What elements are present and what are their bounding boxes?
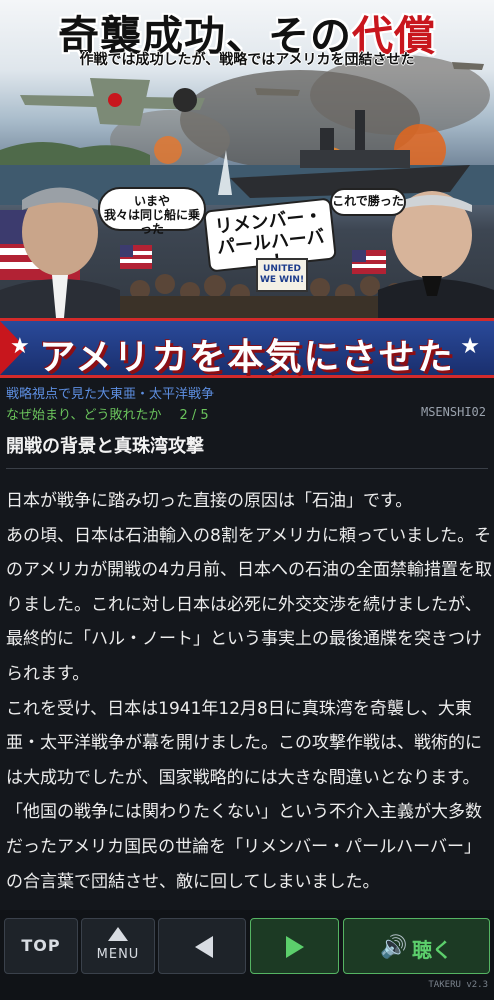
page-indicator: 2 / 5 <box>179 408 209 423</box>
prev-page-button[interactable] <box>158 918 246 974</box>
app-page: 奇襲成功、その代償 作戦では成功したが、戦略ではアメリカを団結させた いまや 我… <box>0 0 494 1000</box>
speaker-icon: 🔊 <box>380 935 408 960</box>
arrow-left-icon <box>195 936 213 958</box>
divider <box>6 468 488 469</box>
body-paragraph: これを受け、日本は1941年12月8日に真珠湾を奇襲し、大東亜・太平洋戦争が幕を… <box>6 698 482 788</box>
series-code: MSENSHI02 <box>420 405 486 419</box>
crowd-sign-text: UNITED WE WIN! <box>259 264 305 285</box>
hero-banner: ★ アメリカを本気にさせた ★ <box>0 318 494 378</box>
article-body: 日本が戦争に踏み切った直接の原因は「石油」です。 あの頃、日本は石油輸入の8割を… <box>6 484 492 910</box>
body-paragraph: 日本が戦争に踏み切った直接の原因は「石油」です。 <box>6 491 413 511</box>
crowd-sign: UNITED WE WIN! <box>256 258 308 292</box>
menu-button[interactable]: MENU <box>81 918 155 974</box>
star-icon: ★ <box>460 334 480 359</box>
chapter-title: 開戦の背景と真珠湾攻撃 <box>6 436 204 457</box>
speech-bubble-right-text: これで勝った <box>332 194 404 208</box>
series-subtitle-text: なぜ始まり、どう敗れたか <box>6 408 162 423</box>
series-subtitle: なぜ始まり、どう敗れたか 2 / 5 <box>6 404 209 423</box>
body-paragraph: あの頃、日本は石油輸入の8割をアメリカに頼っていました。そのアメリカが開戦の4カ… <box>6 525 492 684</box>
speech-bubble-right: これで勝った <box>330 188 406 216</box>
top-button-label: TOP <box>21 936 61 955</box>
series-title: 戦略視点で見た大東亜・太平洋戦争 <box>6 387 215 402</box>
listen-button-label: 聴く <box>412 938 452 962</box>
menu-button-label: MENU <box>96 947 140 962</box>
version-label: TAKERU v2.3 <box>428 980 488 990</box>
speech-bubble-left: いまや 我々は同じ船に乗った <box>98 187 206 235</box>
arrow-right-icon <box>286 936 304 958</box>
speech-bubble-left-text: いまや 我々は同じ船に乗った <box>103 194 200 236</box>
hero-subtitle: 作戦では成功したが、戦略ではアメリカを団結させた <box>79 52 415 68</box>
arrow-up-icon <box>108 927 128 941</box>
next-page-button[interactable] <box>250 918 339 974</box>
body-paragraph: 「他国の戦争には関わりたくない」という不介入主義が大多数だったアメリカ国民の世論… <box>6 802 482 892</box>
banner-text: アメリカを本気にさせた <box>39 337 455 378</box>
bottom-nav: TOP MENU 🔊 聴く <box>0 910 494 1000</box>
listen-button[interactable]: 🔊 聴く <box>343 918 490 974</box>
hero-illustration: 奇襲成功、その代償 作戦では成功したが、戦略ではアメリカを団結させた いまや 我… <box>0 0 494 378</box>
top-button[interactable]: TOP <box>4 918 78 974</box>
